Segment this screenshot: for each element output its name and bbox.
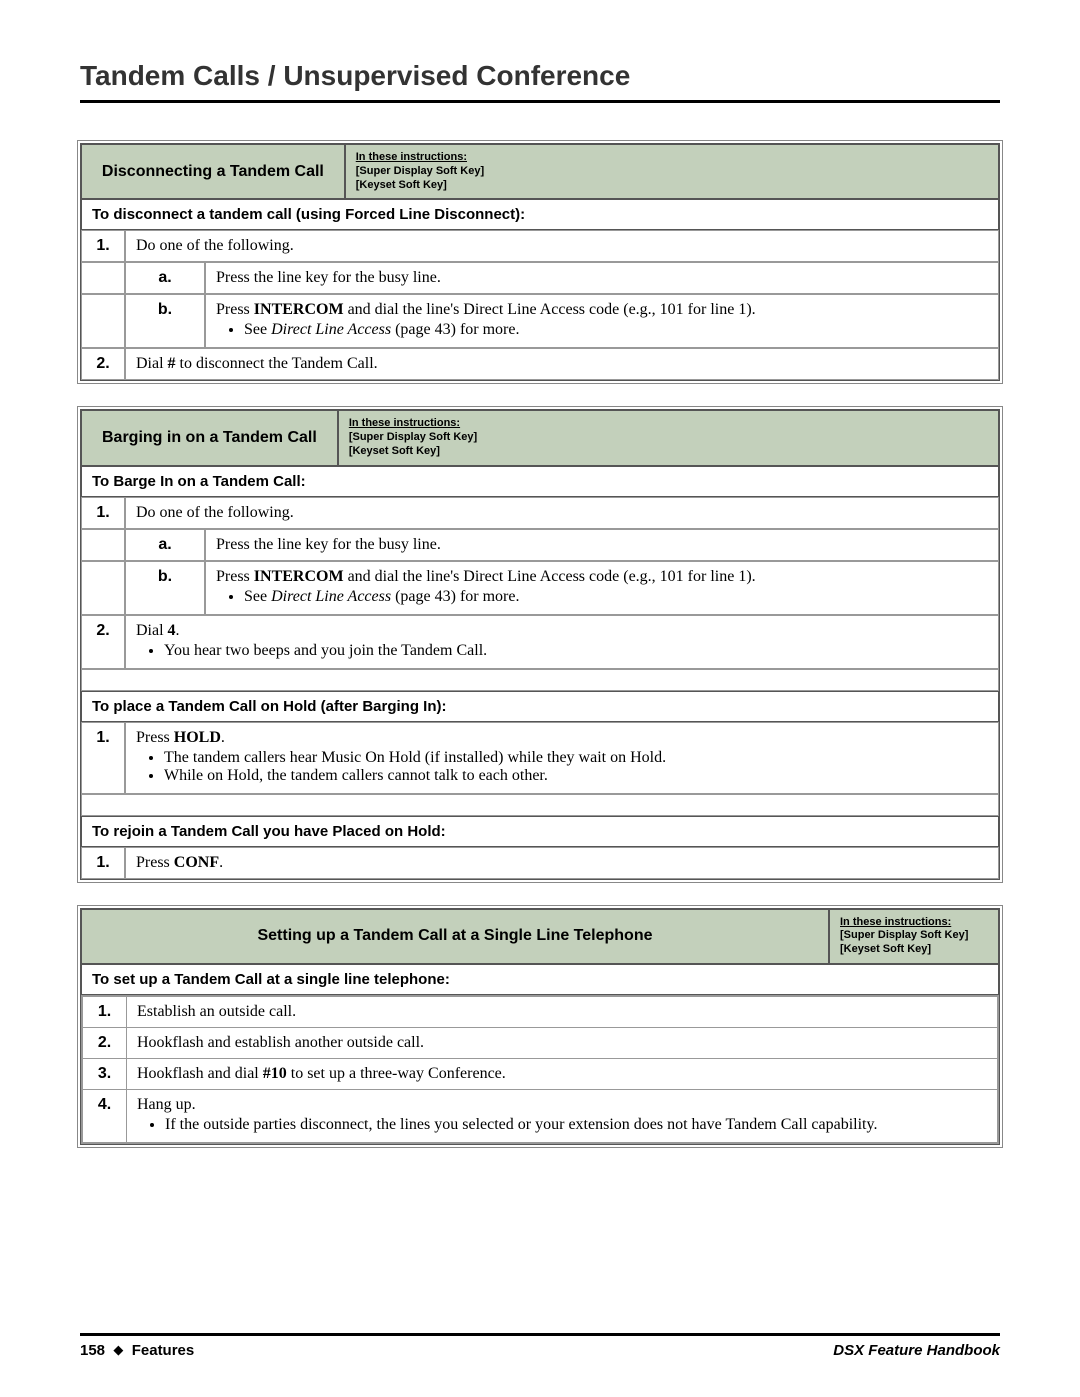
t2-s2-step1-num: 1. (81, 722, 125, 794)
header-note: In these instructions: [Super Display So… (829, 909, 999, 964)
footer-rule (80, 1333, 1000, 1336)
t2-step1: Do one of the following. (125, 497, 999, 529)
t3-step1-num: 1. (83, 996, 127, 1027)
t2-s3-step1: Press CONF. (125, 847, 999, 879)
t1-step2-num: 2. (81, 348, 125, 380)
t2-sub-a: a. (125, 529, 205, 561)
table1-header: Disconnecting a Tandem Call (81, 144, 345, 199)
t1-sub-b: b. (125, 294, 205, 348)
t2-sub-a-text: Press the line key for the busy line. (205, 529, 999, 561)
blank (81, 294, 125, 348)
t3-step2: Hookflash and establish another outside … (127, 1027, 998, 1058)
blank (81, 529, 125, 561)
t2-section2: To place a Tandem Call on Hold (after Ba… (81, 691, 999, 722)
spacer (81, 669, 999, 691)
page-title: Tandem Calls / Unsupervised Conference (80, 60, 1000, 92)
t1-step2: Dial # to disconnect the Tandem Call. (125, 348, 999, 380)
t3-step3-num: 3. (83, 1058, 127, 1089)
table-disconnect: Disconnecting a Tandem Call In these ins… (80, 143, 1000, 381)
footer-left: 158 ◆ Features (80, 1342, 194, 1359)
page: Tandem Calls / Unsupervised Conference D… (0, 0, 1080, 1397)
t2-step2: Dial 4. You hear two beeps and you join … (125, 615, 999, 669)
blank (81, 561, 125, 615)
t3-step1: Establish an outside call. (127, 996, 998, 1027)
t2-sub-b-text: Press INTERCOM and dial the line's Direc… (205, 561, 999, 615)
table-slt: Setting up a Tandem Call at a Single Lin… (80, 908, 1000, 1145)
t2-step2-num: 2. (81, 615, 125, 669)
table3-header: Setting up a Tandem Call at a Single Lin… (81, 909, 829, 964)
header-note: In these instructions: [Super Display So… (338, 410, 999, 465)
t3-step3: Hookflash and dial #10 to set up a three… (127, 1058, 998, 1089)
title-rule (80, 100, 1000, 103)
blank (81, 262, 125, 294)
t3-step4: Hang up. If the outside parties disconne… (127, 1089, 998, 1142)
t2-step1-num: 1. (81, 497, 125, 529)
t1-sub-b-text: Press INTERCOM and dial the line's Direc… (205, 294, 999, 348)
t3-step4-num: 4. (83, 1089, 127, 1142)
table-barge: Barging in on a Tandem Call In these ins… (80, 409, 1000, 879)
footer-right: DSX Feature Handbook (833, 1342, 1000, 1359)
t2-s3-step1-num: 1. (81, 847, 125, 879)
table2-header: Barging in on a Tandem Call (81, 410, 338, 465)
t1-section1: To disconnect a tandem call (using Force… (81, 199, 999, 230)
t1-step1: Do one of the following. (125, 230, 999, 262)
t2-section1: To Barge In on a Tandem Call: (81, 466, 999, 497)
t3-step2-num: 2. (83, 1027, 127, 1058)
spacer (81, 794, 999, 816)
t1-sub-a-text: Press the line key for the busy line. (205, 262, 999, 294)
header-note: In these instructions: [Super Display So… (345, 144, 999, 199)
t1-step1-num: 1. (81, 230, 125, 262)
t1-sub-a: a. (125, 262, 205, 294)
t3-section1: To set up a Tandem Call at a single line… (81, 964, 999, 995)
page-footer: 158 ◆ Features DSX Feature Handbook (80, 1333, 1000, 1359)
t2-section3: To rejoin a Tandem Call you have Placed … (81, 816, 999, 847)
t2-s2-step1: Press HOLD. The tandem callers hear Musi… (125, 722, 999, 794)
t2-sub-b: b. (125, 561, 205, 615)
diamond-icon: ◆ (113, 1342, 123, 1357)
